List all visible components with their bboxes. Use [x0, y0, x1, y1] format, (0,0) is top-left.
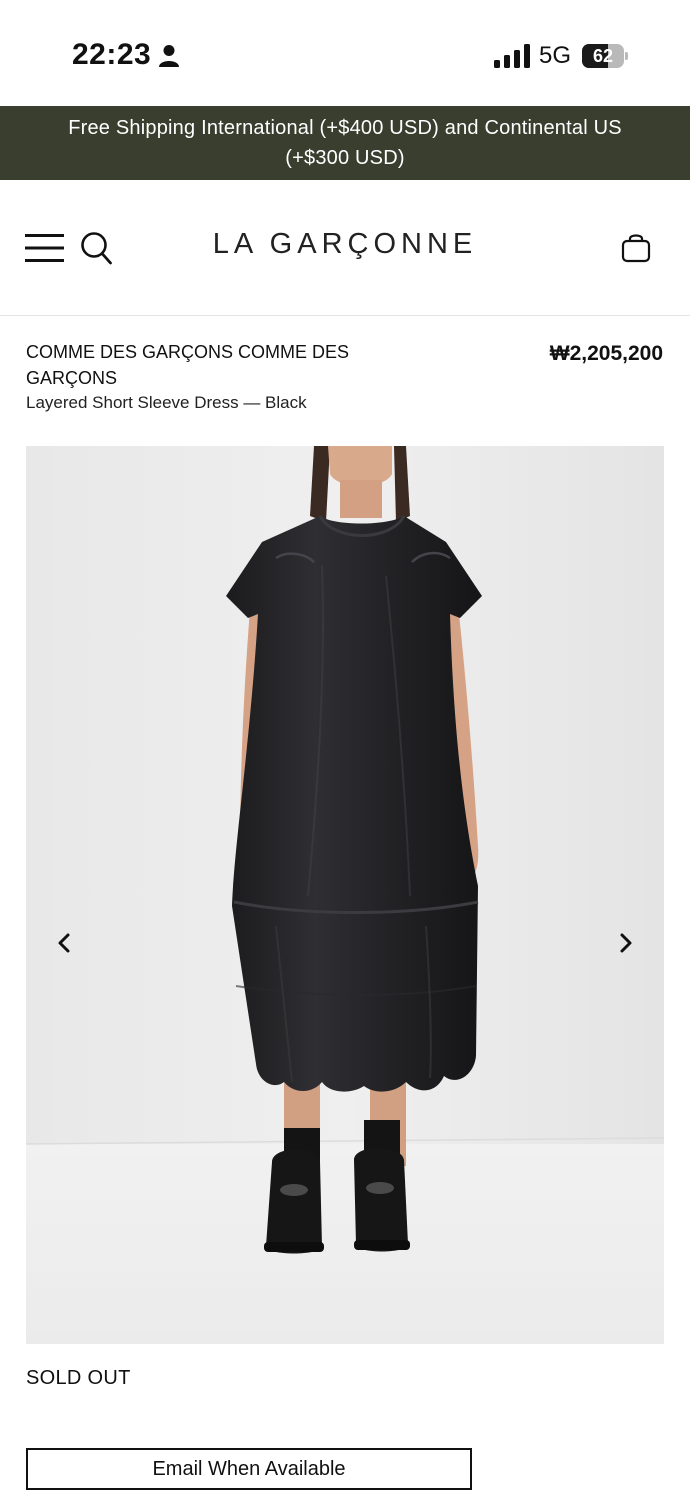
menu-icon[interactable] — [25, 233, 65, 263]
shipping-banner-text: Free Shipping International (+$400 USD) … — [68, 117, 622, 169]
site-header: LA GARÇONNE — [0, 180, 690, 316]
chevron-left-icon[interactable] — [52, 928, 76, 958]
shipping-banner: Free Shipping International (+$400 USD) … — [0, 106, 690, 180]
email-when-available-button[interactable]: Email When Available — [26, 1448, 472, 1490]
battery-icon: 62 — [582, 44, 628, 68]
product-photo — [26, 446, 664, 1344]
shopping-bag-icon[interactable] — [621, 231, 651, 263]
signal-icon — [494, 44, 530, 68]
product-image-carousel[interactable] — [26, 446, 664, 1344]
person-icon — [159, 45, 179, 67]
product-brand[interactable]: COMME DES GARÇONS COMME DES GARÇONS — [26, 339, 406, 391]
status-time: 22:23 — [72, 38, 152, 71]
site-logo[interactable]: LA GARÇONNE — [145, 228, 545, 261]
chevron-right-icon[interactable] — [614, 928, 638, 958]
network-label: 5G — [539, 42, 572, 69]
status-bar: 22:23 5G 62 — [0, 0, 690, 106]
availability-status: SOLD OUT — [26, 1367, 131, 1389]
battery-level: 62 — [592, 46, 614, 66]
search-icon[interactable] — [80, 231, 112, 265]
product-price: ₩2,205,200 — [549, 342, 663, 365]
product-name: Layered Short Sleeve Dress — Black — [26, 393, 307, 412]
